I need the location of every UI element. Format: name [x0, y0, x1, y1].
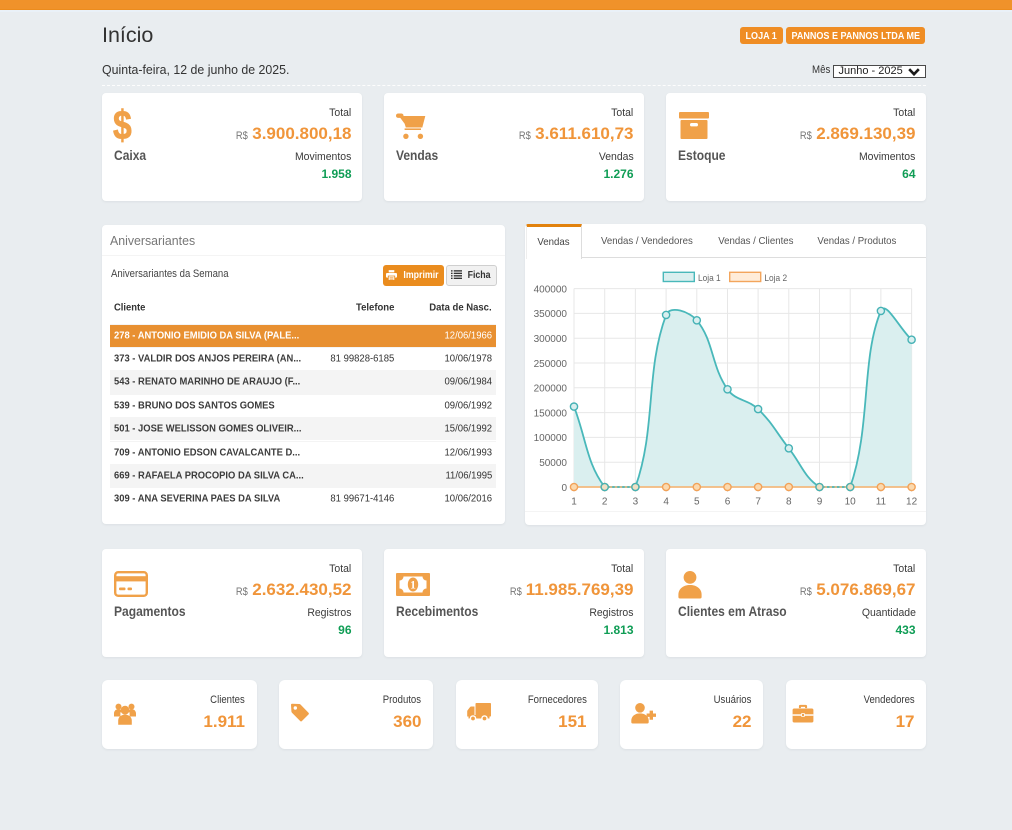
- svg-text:Loja 1: Loja 1: [698, 273, 721, 284]
- svg-text:4: 4: [663, 497, 669, 508]
- svg-text:10: 10: [845, 497, 857, 508]
- svg-text:5: 5: [694, 497, 700, 508]
- svg-text:100000: 100000: [534, 433, 568, 444]
- svg-text:250000: 250000: [534, 359, 568, 370]
- svg-text:7: 7: [755, 497, 761, 508]
- svg-text:50000: 50000: [539, 458, 567, 469]
- svg-text:1: 1: [410, 579, 416, 591]
- svg-text:400000: 400000: [534, 284, 568, 295]
- svg-text:350000: 350000: [534, 309, 568, 320]
- svg-text:200000: 200000: [534, 384, 568, 395]
- svg-text:Loja 2: Loja 2: [764, 273, 787, 284]
- svg-text:11: 11: [876, 497, 887, 508]
- svg-text:2: 2: [602, 497, 608, 508]
- svg-text:8: 8: [786, 497, 792, 508]
- svg-text:6: 6: [725, 497, 731, 508]
- svg-text:0: 0: [561, 483, 567, 494]
- svg-text:300000: 300000: [534, 334, 568, 345]
- svg-text:12: 12: [906, 497, 918, 508]
- svg-text:150000: 150000: [534, 408, 568, 419]
- svg-text:9: 9: [817, 497, 823, 508]
- svg-text:1: 1: [571, 497, 577, 508]
- svg-text:3: 3: [633, 497, 639, 508]
